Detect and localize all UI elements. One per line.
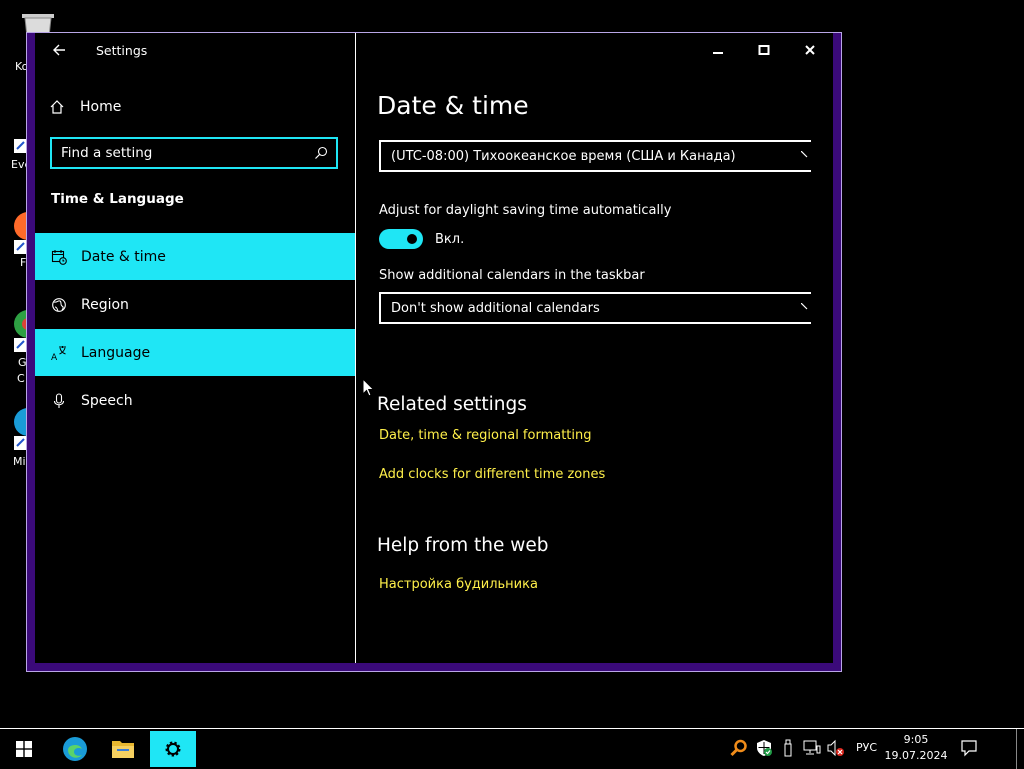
- nav-item-date-time[interactable]: Date & time: [35, 233, 355, 280]
- nav-item-label: Speech: [81, 392, 133, 409]
- nav-item-label: Language: [81, 344, 151, 361]
- settings-window: Settings Home Time & Language Da: [26, 32, 842, 672]
- nav-item-label: Region: [81, 296, 129, 313]
- microphone-icon: [51, 392, 67, 409]
- taskbar-edge-button[interactable]: [52, 731, 98, 767]
- dst-toggle-state: Вкл.: [435, 232, 465, 247]
- nav-item-label: Date & time: [81, 248, 166, 265]
- language-icon: A: [51, 345, 67, 361]
- search-icon[interactable]: [314, 146, 328, 160]
- home-icon: [50, 100, 64, 114]
- related-settings-title: Related settings: [377, 394, 527, 415]
- globe-icon: [51, 297, 67, 313]
- clock-time: 9:05: [903, 733, 929, 746]
- file-explorer-icon: [112, 741, 134, 758]
- back-button[interactable]: [49, 39, 71, 61]
- calendars-dropdown[interactable]: Don't show additional calendars: [379, 292, 811, 324]
- search-box[interactable]: [50, 137, 338, 169]
- toggle-knob: [407, 234, 417, 244]
- app-title: Settings: [96, 43, 148, 58]
- clock-date: 19.07.2024: [884, 749, 948, 762]
- regional-formatting-link[interactable]: Date, time & regional formatting: [379, 428, 592, 443]
- show-desktop-button[interactable]: [1016, 729, 1017, 769]
- taskbar: РУС 9:05 19.07.2024: [0, 728, 1024, 769]
- nav-item-language[interactable]: A Language: [35, 329, 355, 376]
- svg-text:A: A: [51, 353, 58, 361]
- settings-icon: [165, 741, 181, 757]
- input-language-indicator[interactable]: РУС: [856, 741, 877, 754]
- chevron-down-icon: [801, 151, 808, 158]
- search-input[interactable]: [52, 144, 314, 162]
- minimize-button[interactable]: [695, 33, 741, 67]
- mouse-cursor-icon: [362, 378, 375, 397]
- calendar-clock-icon: [51, 249, 67, 265]
- window-body: Settings Home Time & Language Da: [35, 33, 833, 663]
- timezone-value: (UTC-08:00) Тихоокеанское время (США и К…: [391, 148, 736, 164]
- home-label: Home: [80, 99, 122, 115]
- network-icon[interactable]: [803, 739, 821, 757]
- add-clocks-link[interactable]: Add clocks for different time zones: [379, 467, 605, 482]
- content-pane: Date & time (UTC-08:00) Тихоокеанское вр…: [356, 33, 833, 663]
- maximize-button[interactable]: [741, 33, 787, 67]
- close-button[interactable]: [787, 33, 833, 67]
- dst-toggle[interactable]: [379, 229, 423, 249]
- home-nav-item[interactable]: Home: [49, 95, 121, 119]
- volume-muted-icon[interactable]: [826, 739, 844, 757]
- start-button[interactable]: [0, 731, 48, 767]
- navigation-pane: Settings Home Time & Language Da: [35, 33, 355, 663]
- calendars-label: Show additional calendars in the taskbar: [379, 268, 645, 283]
- usb-device-icon[interactable]: [779, 739, 797, 757]
- chevron-down-icon: [801, 303, 808, 310]
- nav-item-speech[interactable]: Speech: [35, 377, 355, 424]
- minimize-icon: [713, 52, 723, 54]
- edge-icon: [63, 737, 87, 761]
- defender-shield-icon[interactable]: [755, 739, 773, 757]
- dst-label: Adjust for daylight saving time automati…: [379, 203, 672, 218]
- clock[interactable]: 9:05 19.07.2024: [882, 732, 950, 764]
- start-icon: [16, 741, 32, 757]
- taskbar-explorer-button[interactable]: [100, 731, 146, 767]
- section-title: Time & Language: [51, 191, 184, 207]
- timezone-dropdown[interactable]: (UTC-08:00) Тихоокеанское время (США и К…: [379, 140, 811, 172]
- maximize-icon: [758, 45, 770, 55]
- page-title: Date & time: [377, 91, 529, 120]
- notification-center-icon[interactable]: [960, 739, 978, 757]
- desktop-icon-label: Mi: [13, 455, 26, 468]
- nav-item-region[interactable]: Region: [35, 281, 355, 328]
- help-title: Help from the web: [377, 535, 549, 556]
- alarm-help-link[interactable]: Настройка будильника: [379, 577, 538, 592]
- desktop-icon-label: C: [17, 372, 25, 385]
- magnifier-icon[interactable]: [730, 739, 748, 757]
- back-arrow-icon: [53, 44, 65, 56]
- close-icon: [805, 45, 815, 55]
- calendars-value: Don't show additional calendars: [391, 300, 600, 316]
- window-controls: [695, 33, 833, 67]
- taskbar-settings-button[interactable]: [150, 731, 196, 767]
